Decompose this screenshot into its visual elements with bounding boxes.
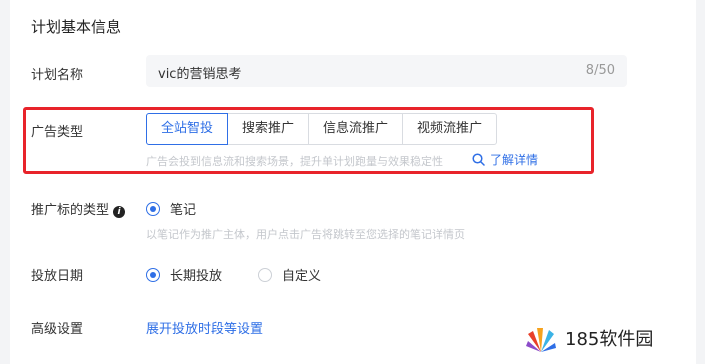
learn-more-link[interactable]: 了解详情 [472, 151, 538, 168]
ad-type-segmented-control: 全站智投 搜索推广 信息流推广 视频流推广 [146, 113, 498, 145]
advanced-label: 高级设置 [31, 322, 84, 337]
promo-target-label: 推广标的类型 i [31, 199, 126, 218]
promo-target-option-label: 笔记 [170, 203, 197, 218]
radio-button-selected [146, 201, 160, 216]
ad-type-option-feed[interactable]: 信息流推广 [308, 113, 404, 145]
promo-target-label-text: 推广标的类型 [31, 203, 110, 218]
schedule-label: 投放日期 [31, 269, 84, 284]
ad-type-option-search[interactable]: 搜索推广 [227, 113, 310, 145]
plan-form-card: 计划基本信息 计划名称 vic的营销思考 8/50 广告类型 全站智投 搜索推广… [10, 0, 696, 364]
schedule-radio-custom[interactable]: 自定义 [258, 265, 321, 284]
search-icon [472, 153, 485, 166]
promo-target-radio-note[interactable]: 笔记 [146, 199, 196, 218]
ad-type-option-video-feed[interactable]: 视频流推广 [402, 113, 498, 145]
radio-button-selected [146, 267, 160, 282]
logo-burst-icon [526, 328, 556, 352]
learn-more-label: 了解详情 [490, 153, 539, 167]
watermark-logo: 185软件园 [525, 322, 653, 354]
plan-name-value: vic的营销思考 [158, 67, 242, 82]
section-title: 计划基本信息 [31, 18, 122, 36]
ad-type-label: 广告类型 [31, 125, 84, 140]
schedule-radio-long-term[interactable]: 长期投放 [146, 265, 222, 284]
schedule-option-long-term: 长期投放 [170, 269, 223, 284]
expand-advanced-link[interactable]: 展开投放时段等设置 [146, 318, 263, 337]
plan-name-char-count: 8/50 [585, 63, 615, 78]
promo-target-hint: 以笔记作为推广主体，用户点击广告将跳转至您选择的笔记详情页 [146, 228, 465, 241]
ad-type-option-all-site[interactable]: 全站智投 [146, 113, 229, 145]
plan-name-label: 计划名称 [31, 68, 84, 83]
watermark-text: 185软件园 [565, 329, 654, 350]
ad-type-hint: 广告会投到信息流和搜索场景，提升单计划跑量与效果稳定性 [146, 155, 443, 168]
radio-button-unselected [258, 267, 272, 282]
plan-name-input[interactable]: vic的营销思考 8/50 [146, 55, 627, 87]
schedule-option-custom: 自定义 [282, 269, 322, 284]
info-icon[interactable]: i [113, 206, 126, 218]
